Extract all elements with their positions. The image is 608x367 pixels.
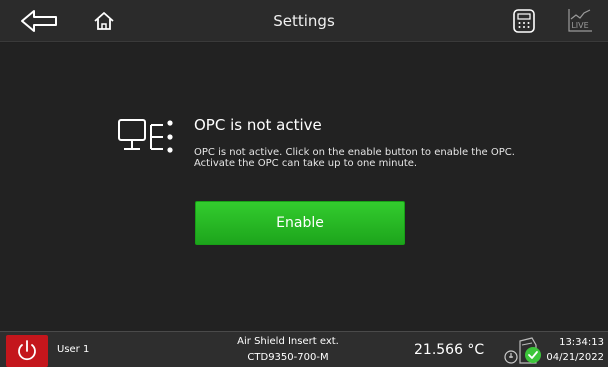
- arrow-left-icon: [21, 10, 57, 32]
- user-label[interactable]: User 1: [57, 344, 89, 355]
- opc-network-icon: [118, 119, 173, 153]
- live-chart-button[interactable]: LIVE: [562, 5, 598, 37]
- power-icon: [18, 340, 36, 361]
- clock-date: 04/21/2022: [546, 352, 604, 363]
- back-button[interactable]: [18, 5, 62, 37]
- enable-button[interactable]: Enable: [195, 201, 405, 245]
- home-button[interactable]: [86, 5, 122, 37]
- message-line-1: OPC is not active. Click on the enable b…: [194, 147, 515, 158]
- message-title: OPC is not active: [194, 116, 322, 134]
- status-bar: User 1 Air Shield Insert ext. CTD9350-70…: [0, 331, 608, 367]
- home-icon: [94, 12, 114, 30]
- message-body: OPC is not active. Click on the enable b…: [194, 147, 554, 169]
- message-line-2: Activate the OPC can take up to one minu…: [194, 158, 418, 169]
- live-label: LIVE: [571, 21, 588, 30]
- top-bar: Settings LIVE: [0, 0, 608, 42]
- sample-id: CTD9350-700-M: [247, 352, 329, 363]
- temperature-readout: 21.566 °C: [414, 342, 485, 358]
- clock-time: 13:34:13: [559, 337, 604, 348]
- power-button[interactable]: [6, 335, 48, 367]
- live-chart-icon: LIVE: [568, 9, 592, 32]
- calculator-button[interactable]: [506, 5, 542, 37]
- calculator-icon: [513, 9, 535, 33]
- main-content: OPC is not active OPC is not active. Cli…: [0, 43, 608, 331]
- sample-name: Air Shield Insert ext.: [237, 336, 339, 347]
- device-ok-icon[interactable]: [502, 335, 548, 367]
